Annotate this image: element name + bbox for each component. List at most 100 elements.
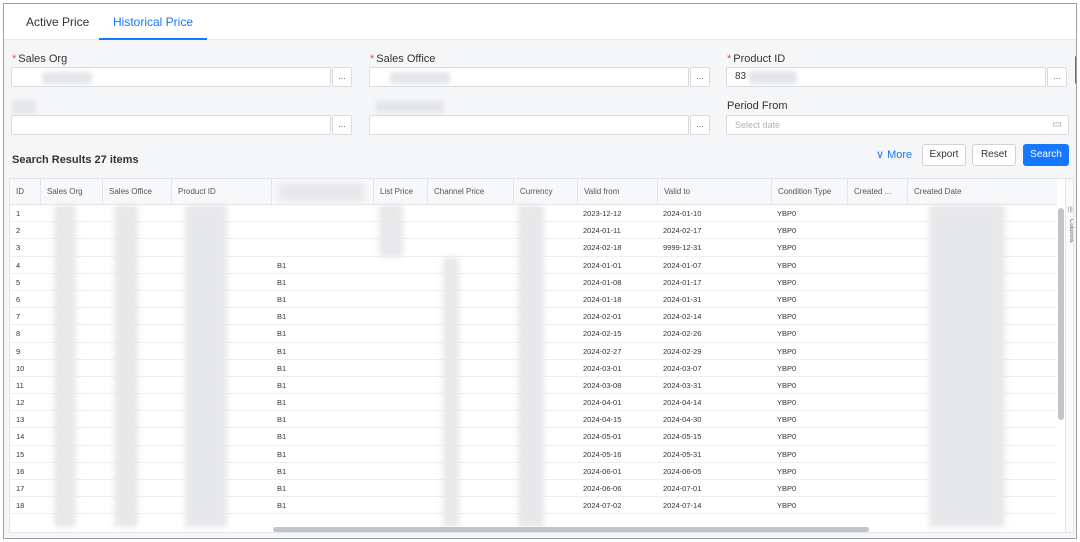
cell-valid-to: 2024-02-26 <box>663 329 702 339</box>
search-button[interactable]: Search <box>1023 144 1069 166</box>
col-header-created-date[interactable]: Created Date <box>907 179 1057 205</box>
columns-icon: ||| <box>1068 207 1073 213</box>
cell-code: B1 <box>277 398 287 408</box>
cell-valid-from: 2024-01-08 <box>583 277 622 287</box>
col-header-sales-office[interactable]: Sales Office <box>102 179 171 205</box>
cell-valid-from: 2024-02-15 <box>583 329 622 339</box>
col-header-valid-to[interactable]: Valid to <box>657 179 771 205</box>
cell-condition-type: YBP0 <box>777 363 797 373</box>
cell-valid-to: 2024-05-15 <box>663 432 702 442</box>
cell-valid-from: 2024-03-08 <box>583 380 622 390</box>
col-header-list-price[interactable]: List Price <box>373 179 427 205</box>
columns-panel-label: Columns <box>1068 219 1074 243</box>
tab-historical-price[interactable]: Historical Price <box>98 4 208 40</box>
cell-condition-type: YBP0 <box>777 312 797 322</box>
cell-condition-type: YBP0 <box>777 432 797 442</box>
cell-code: B1 <box>277 260 287 270</box>
cell-id: 2 <box>16 226 21 236</box>
redacted-column <box>54 205 76 527</box>
cell-valid-to: 2024-01-10 <box>663 209 702 218</box>
search-results-count: Search Results 27 items <box>12 154 139 166</box>
cell-condition-type: YBP0 <box>777 226 797 236</box>
more-filters-toggle[interactable]: ∨ More <box>876 148 912 161</box>
export-button[interactable]: Export <box>922 144 966 166</box>
period-from-datepicker[interactable]: Select date ▭ <box>726 115 1069 135</box>
cell-valid-to: 2024-07-14 <box>663 501 702 511</box>
product-id-input[interactable]: 83 <box>726 67 1046 87</box>
vertical-scrollbar-thumb[interactable] <box>1058 208 1064 420</box>
cell-valid-to: 2024-06-05 <box>663 466 702 476</box>
sales-org-label: * Sales Org <box>12 53 68 65</box>
redacted-column <box>185 205 227 527</box>
col-header-sales-org[interactable]: Sales Org <box>40 179 102 205</box>
reset-button[interactable]: Reset <box>972 144 1016 166</box>
redacted-column <box>929 205 1005 527</box>
cell-code: B1 <box>277 484 287 493</box>
col-header-condition-type[interactable]: Condition Type <box>771 179 847 205</box>
cell-id: 7 <box>16 312 21 322</box>
tab-active-price[interactable]: Active Price <box>26 4 89 40</box>
cell-condition-type: YBP0 <box>777 329 797 339</box>
cell-condition-type: YBP0 <box>777 398 797 408</box>
cell-valid-from: 2024-02-27 <box>583 346 622 356</box>
cell-valid-to: 2024-07-01 <box>663 484 702 493</box>
period-from-placeholder: Select date <box>735 120 781 130</box>
calendar-icon: ▭ <box>1052 119 1062 130</box>
sales-org-lookup-button[interactable]: ... <box>332 67 352 87</box>
product-id-lookup-button[interactable]: ... <box>1047 67 1067 87</box>
cell-code: B1 <box>277 501 287 511</box>
product-id-label: * Product ID <box>727 53 786 65</box>
cell-code: B1 <box>277 432 287 442</box>
sales-office-lookup-button[interactable]: ... <box>690 67 710 87</box>
col-header-currency[interactable]: Currency <box>513 179 577 205</box>
redacted-value <box>390 72 450 84</box>
cell-valid-from: 2024-07-02 <box>583 501 622 511</box>
filter-lookup-button-2[interactable]: ... <box>332 115 352 135</box>
col-header-valid-from[interactable]: Valid from <box>577 179 657 205</box>
app-frame: Active Price Historical Price * Sales Org… <box>3 3 1077 539</box>
cell-condition-type: YBP0 <box>777 277 797 287</box>
sales-office-input[interactable] <box>369 67 689 87</box>
col-header-channel-price[interactable]: Channel Price <box>427 179 513 205</box>
cell-valid-from: 2024-01-11 <box>583 226 621 236</box>
cell-code <box>271 222 277 239</box>
cell-condition-type: YBP0 <box>777 346 797 356</box>
tab-bar: Active Price Historical Price <box>4 4 1076 40</box>
cell-condition-type: YBP0 <box>777 484 797 493</box>
cell-code: B1 <box>277 277 287 287</box>
col-header-id[interactable]: ID <box>10 179 40 205</box>
vertical-scrollbar[interactable] <box>1057 205 1065 525</box>
sales-org-input[interactable] <box>11 67 331 87</box>
cell-code <box>271 205 277 222</box>
cell-valid-to: 2024-04-30 <box>663 415 702 425</box>
cell-id: 1 <box>16 209 21 218</box>
cell-valid-from: 2024-02-01 <box>583 312 622 322</box>
cell-id: 18 <box>16 501 25 511</box>
filter-input-3[interactable] <box>369 115 689 135</box>
side-edge-indicator <box>1075 56 1076 84</box>
cell-valid-from: 2024-03-01 <box>583 363 622 373</box>
cell-code <box>271 239 277 256</box>
col-header-redacted[interactable] <box>271 179 373 205</box>
columns-side-panel[interactable]: ||| Columns <box>1065 179 1074 532</box>
cell-valid-from: 2024-01-18 <box>583 294 622 304</box>
cell-condition-type: YBP0 <box>777 449 797 459</box>
filter-input-2[interactable] <box>11 115 331 135</box>
cell-valid-from: 2024-02-18 <box>583 243 622 253</box>
cell-code: B1 <box>277 312 287 322</box>
cell-id: 14 <box>16 432 25 442</box>
col-header-created-by[interactable]: Created ... <box>847 179 907 205</box>
cell-code: B1 <box>277 363 287 373</box>
cell-valid-to: 2024-02-29 <box>663 346 702 356</box>
cell-id: 9 <box>16 346 21 356</box>
results-table: ID Sales Org Sales Office Product ID Lis… <box>9 178 1074 533</box>
filter-lookup-button-3[interactable]: ... <box>690 115 710 135</box>
cell-valid-to: 2024-03-07 <box>663 363 702 373</box>
cell-id: 16 <box>16 466 25 476</box>
col-header-product-id[interactable]: Product ID <box>171 179 271 205</box>
cell-valid-to: 2024-04-14 <box>663 398 702 408</box>
cell-valid-to: 2024-01-07 <box>663 260 702 270</box>
horizontal-scrollbar-thumb[interactable] <box>273 527 869 532</box>
cell-id: 6 <box>16 294 21 304</box>
cell-condition-type: YBP0 <box>777 466 797 476</box>
